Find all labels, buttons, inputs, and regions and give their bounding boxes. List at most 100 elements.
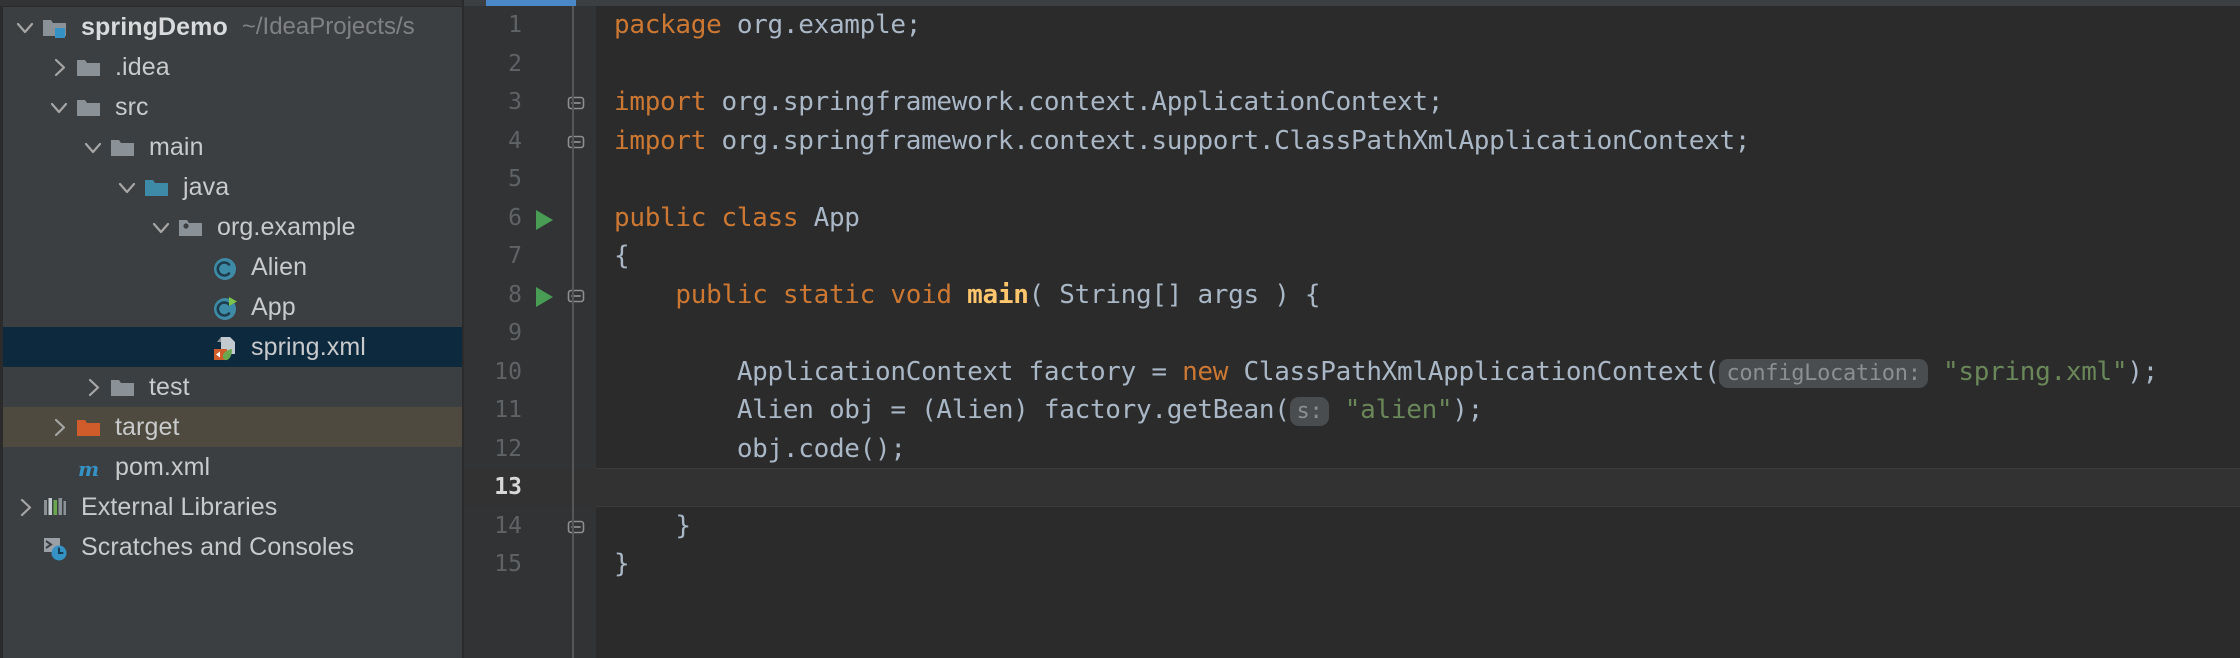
tree-item-spring-xml[interactable]: spring.xml [3, 327, 462, 367]
chevron-right-icon[interactable] [47, 47, 73, 87]
gutter-row[interactable]: 9 [464, 314, 596, 353]
code-line-text: public class App [614, 199, 860, 238]
chevron-down-icon[interactable] [47, 87, 73, 127]
chevron-down-icon[interactable] [115, 167, 141, 207]
gutter-row[interactable]: 13 [464, 468, 596, 507]
gutter-row[interactable]: 14 [464, 507, 596, 546]
external-libraries-icon [39, 487, 73, 527]
line-number: 10 [494, 358, 522, 385]
code-fold-icon[interactable] [566, 516, 588, 538]
gutter-row[interactable]: 10 [464, 353, 596, 392]
code-token: public static void [675, 279, 968, 310]
line-number: 13 [494, 474, 522, 500]
code-line-text: { [614, 237, 630, 276]
code-line[interactable] [596, 314, 2240, 353]
code-line[interactable]: } [596, 545, 2240, 584]
gutter-row[interactable]: 6 [464, 199, 596, 238]
tree-item-target[interactable]: target [3, 407, 462, 447]
code-fold-icon[interactable] [566, 285, 588, 307]
code-text-area[interactable]: package org.example; import org.springfra… [596, 6, 2240, 658]
chevron-down-icon[interactable] [13, 7, 39, 47]
code-line[interactable]: public static void main( String[] args )… [596, 276, 2240, 315]
gutter-row[interactable]: 5 [464, 160, 596, 199]
code-line[interactable]: obj.code(); [596, 430, 2240, 469]
line-number: 12 [494, 435, 522, 462]
code-fold-icon[interactable] [566, 92, 588, 114]
run-gutter-icon[interactable] [536, 209, 553, 230]
scratches-consoles-icon [39, 527, 73, 567]
line-number: 14 [494, 512, 522, 539]
gutter-row[interactable]: 1 [464, 6, 596, 45]
code-line[interactable] [596, 160, 2240, 199]
tree-item-label: App [251, 292, 296, 321]
tree-item-label: Alien [251, 252, 308, 281]
code-token: org.springframework.context.support.Clas… [721, 125, 1751, 156]
chevron-right-icon[interactable] [81, 367, 107, 407]
tree-item-pom-xml[interactable]: m pom.xml [3, 447, 462, 487]
code-token: package [614, 10, 737, 40]
gutter-row[interactable]: 12 [464, 430, 596, 469]
code-token: public class [614, 202, 814, 233]
chevron-down-icon[interactable] [149, 207, 175, 247]
tree-item-label: target [115, 412, 180, 441]
gutter-row[interactable]: 3 [464, 83, 596, 122]
project-tree[interactable]: springDemo ~/IdeaProjects/s .idea src main ja… [3, 7, 462, 658]
maven-pom-icon: m [73, 447, 107, 487]
code-line[interactable]: public class App [596, 199, 2240, 238]
editor-gutter[interactable]: 1 2 3 4 5 6 7 8 9 10 11 12 13 14 15 [464, 6, 596, 658]
code-line[interactable]: package org.example; [596, 6, 2240, 45]
code-line-text: } [614, 545, 630, 584]
gutter-row[interactable]: 15 [464, 545, 596, 584]
tree-item-scratches-and-consoles[interactable]: Scratches and Consoles [3, 527, 462, 567]
code-line-text: import org.springframework.context.suppo… [614, 122, 1750, 161]
tree-item-label: spring.xml [251, 332, 366, 361]
code-line[interactable] [596, 468, 2240, 507]
gutter-row[interactable]: 4 [464, 122, 596, 161]
tree-item-org-example[interactable]: org.example [3, 207, 462, 247]
line-number: 4 [508, 127, 522, 154]
gutter-row[interactable]: 11 [464, 391, 596, 430]
tree-item-external-libraries[interactable]: External Libraries [3, 487, 462, 527]
code-line[interactable] [596, 45, 2240, 84]
code-token: } [614, 549, 630, 579]
tree-item-test[interactable]: test [3, 367, 462, 407]
chevron-right-icon[interactable] [13, 487, 39, 527]
code-token: org.springframework.context.ApplicationC… [721, 87, 1444, 117]
tree-item-src[interactable]: src [3, 87, 462, 127]
folder-icon [107, 127, 141, 167]
tree-item-java[interactable]: java [3, 167, 462, 207]
code-line-text: obj.code(); [614, 430, 906, 469]
code-token: App [813, 202, 860, 233]
line-number: 7 [508, 243, 522, 269]
code-token: ( String[] args ) { [1028, 279, 1321, 310]
code-line[interactable]: } [596, 507, 2240, 546]
chevron-down-icon[interactable] [81, 127, 107, 167]
code-line[interactable]: import org.springframework.context.suppo… [596, 122, 2240, 161]
gutter-row[interactable]: 2 [464, 45, 596, 84]
code-token: import [614, 125, 722, 156]
tree-item-label: .idea [115, 52, 170, 81]
gutter-row[interactable]: 7 [464, 237, 596, 276]
package-icon [175, 207, 209, 247]
gutter-row[interactable]: 8 [464, 276, 596, 315]
tree-item-springdemo[interactable]: springDemo ~/IdeaProjects/s [3, 7, 462, 47]
code-line-text: public static void main( String[] args )… [614, 276, 1320, 315]
idea-window: springDemo ~/IdeaProjects/s .idea src main ja… [0, 0, 2240, 658]
folder-icon [107, 367, 141, 407]
run-gutter-icon[interactable] [536, 286, 553, 307]
tree-item-app[interactable]: App [3, 287, 462, 327]
code-line[interactable]: ApplicationContext factory = new ClassPa… [596, 353, 2240, 392]
line-number: 9 [508, 320, 522, 346]
project-tool-window: springDemo ~/IdeaProjects/s .idea src main ja… [0, 0, 464, 658]
chevron-right-icon[interactable] [47, 407, 73, 447]
code-line[interactable]: import org.springframework.context.Appli… [596, 83, 2240, 122]
code-fold-icon[interactable] [566, 131, 588, 153]
tree-item-main[interactable]: main [3, 127, 462, 167]
tree-item-idea[interactable]: .idea [3, 47, 462, 87]
code-line[interactable]: { [596, 237, 2240, 276]
code-line[interactable]: Alien obj = (Alien) factory.getBean(s: "… [596, 391, 2240, 430]
tree-item-alien[interactable]: Alien [3, 247, 462, 287]
